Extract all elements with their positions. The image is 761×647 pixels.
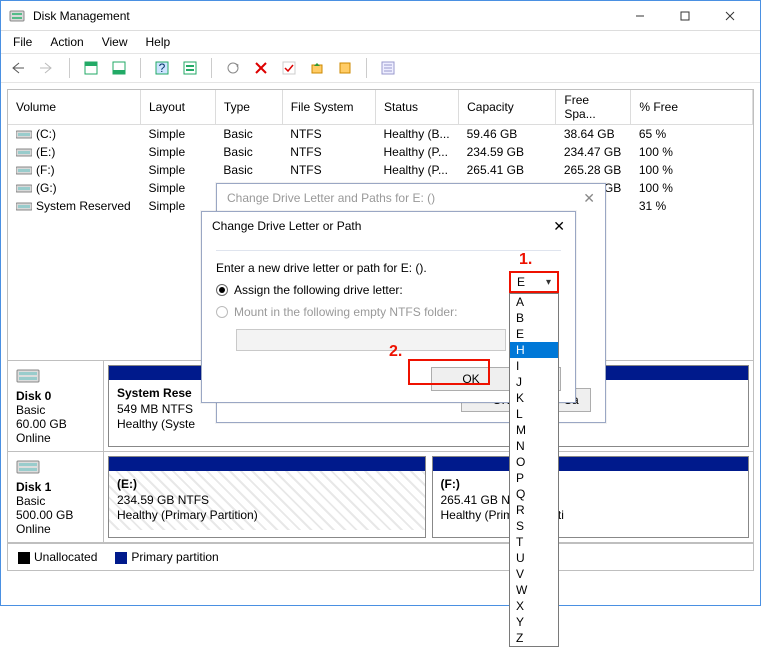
letter-option-O[interactable]: O [510,454,558,470]
app-icon [9,8,25,24]
menu-action[interactable]: Action [50,35,83,49]
back-button[interactable] [9,57,31,79]
letter-option-T[interactable]: T [510,534,558,550]
col-volume[interactable]: Volume [8,90,140,125]
ok-highlight [408,359,490,385]
action2-icon[interactable] [334,57,356,79]
letter-option-U[interactable]: U [510,550,558,566]
volume-row[interactable]: (C:)SimpleBasicNTFSHealthy (B...59.46 GB… [8,125,753,144]
legend-unallocated: Unallocated [34,550,97,564]
col-freespa[interactable]: Free Spa... [556,90,631,125]
letter-option-H[interactable]: H [510,342,558,358]
mount-path-input [236,329,506,351]
letter-option-Q[interactable]: Q [510,486,558,502]
legend-primary: Primary partition [131,550,218,564]
refresh-icon[interactable] [222,57,244,79]
letter-option-W[interactable]: W [510,582,558,598]
volume-row[interactable]: (E:)SimpleBasicNTFSHealthy (P...234.59 G… [8,143,753,161]
legend: Unallocated Primary partition [8,543,753,570]
minimize-button[interactable] [617,2,662,30]
letter-option-Z[interactable]: Z [510,630,558,646]
view-top-icon[interactable] [80,57,102,79]
menubar: File Action View Help [1,31,760,53]
letter-option-N[interactable]: N [510,438,558,454]
titlebar: Disk Management [1,1,760,31]
letter-option-Y[interactable]: Y [510,614,558,630]
view-bottom-icon[interactable] [108,57,130,79]
disk-icon [16,201,32,212]
letter-option-X[interactable]: X [510,598,558,614]
col-free[interactable]: % Free [631,90,753,125]
disk-management-window: Disk Management File Action View Help ? [0,0,761,606]
letter-option-V[interactable]: V [510,566,558,582]
action1-icon[interactable] [306,57,328,79]
volume-row[interactable]: (F:)SimpleBasicNTFSHealthy (P...265.41 G… [8,161,753,179]
letter-option-R[interactable]: R [510,502,558,518]
disk-row: Disk 1Basic500.00 GBOnline(E:)234.59 GB … [8,452,753,543]
close-button[interactable] [707,2,752,30]
outer-dialog-titlebar: Change Drive Letter and Paths for E: () … [217,184,605,212]
col-status[interactable]: Status [376,90,459,125]
outer-dialog-title: Change Drive Letter and Paths for E: () [227,191,435,205]
col-layout[interactable]: Layout [140,90,215,125]
partition[interactable]: (F:)265.41 GB NTFSHealthy (Primary Parti… [432,456,750,538]
assign-letter-radio[interactable] [216,284,228,296]
mount-folder-label: Mount in the following empty NTFS folder… [234,305,457,319]
disk-icon [16,458,40,476]
assign-letter-label: Assign the following drive letter: [234,283,403,297]
disk-icon [16,147,32,158]
partition[interactable]: (E:)234.59 GB NTFSHealthy (Primary Parti… [108,456,426,538]
check-icon[interactable] [278,57,300,79]
drive-letter-dropdown[interactable]: ABEHIJKLMNOPQRSTUVWXYZ [509,293,559,647]
disk-icon [16,367,40,385]
maximize-button[interactable] [662,2,707,30]
mount-folder-radio[interactable] [216,306,228,318]
letter-option-K[interactable]: K [510,390,558,406]
annotation-1: 1. [519,251,532,269]
toolbar: ? [1,53,760,83]
svg-text:?: ? [159,61,166,75]
settings-icon[interactable] [179,57,201,79]
col-type[interactable]: Type [215,90,282,125]
disk-icon [16,165,32,176]
forward-button[interactable] [37,57,59,79]
window-title: Disk Management [33,9,617,23]
selected-letter: E [517,275,525,289]
col-capacity[interactable]: Capacity [459,90,556,125]
letter-option-B[interactable]: B [510,310,558,326]
chevron-down-icon: ▾ [546,277,551,288]
menu-help[interactable]: Help [146,35,171,49]
help-icon[interactable]: ? [151,57,173,79]
letter-option-J[interactable]: J [510,374,558,390]
annotation-2: 2. [389,343,402,361]
letter-option-E[interactable]: E [510,326,558,342]
letter-option-A[interactable]: A [510,294,558,310]
inner-dialog-close-icon[interactable]: ✕ [553,218,565,235]
disk-icon [16,129,32,140]
menu-view[interactable]: View [102,35,128,49]
letter-option-L[interactable]: L [510,406,558,422]
inner-dialog-title: Change Drive Letter or Path [212,219,361,233]
drive-letter-select[interactable]: E ▾ [509,271,559,293]
inner-dialog-titlebar: Change Drive Letter or Path ✕ [202,212,575,240]
menu-file[interactable]: File [13,35,32,49]
col-filesystem[interactable]: File System [282,90,375,125]
letter-option-M[interactable]: M [510,422,558,438]
letter-option-I[interactable]: I [510,358,558,374]
letter-option-S[interactable]: S [510,518,558,534]
letter-option-P[interactable]: P [510,470,558,486]
disk-icon [16,183,32,194]
properties-icon[interactable] [377,57,399,79]
outer-dialog-close-icon[interactable]: ✕ [583,190,595,207]
delete-icon[interactable] [250,57,272,79]
